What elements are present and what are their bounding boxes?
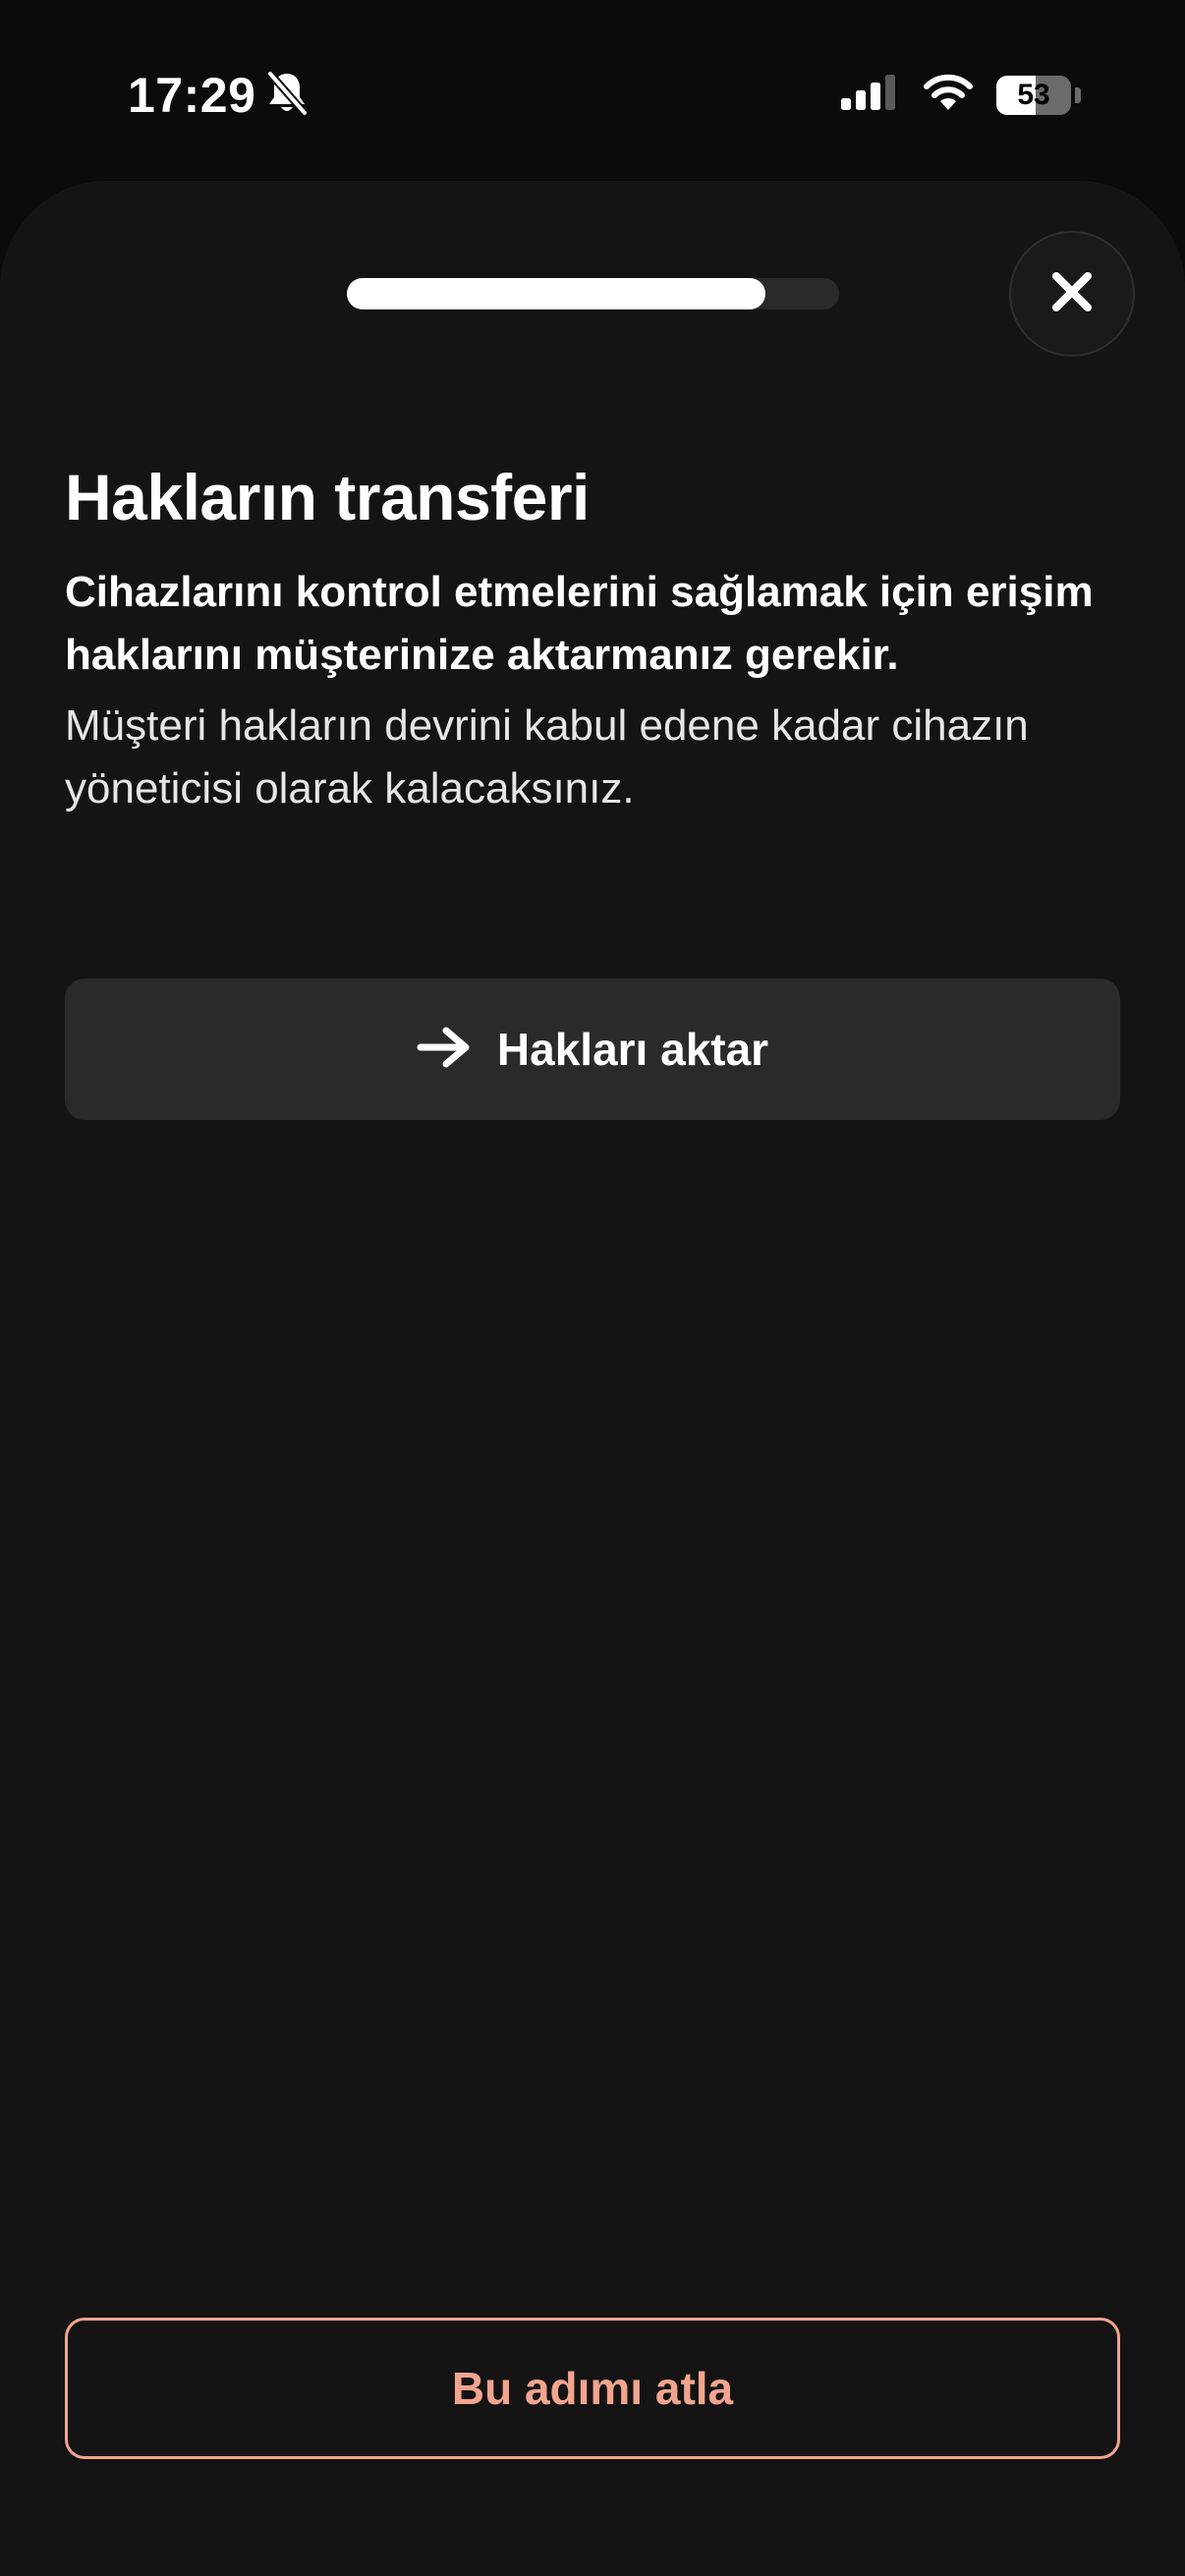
page-description: Müşteri hakların devrini kabul edene kad…: [65, 701, 1029, 812]
page-subtitle: Cihazlarını kontrol etmelerini sağlamak …: [65, 568, 1094, 679]
wifi-icon: [922, 73, 975, 117]
status-time: 17:29: [128, 68, 256, 123]
bottom-sheet: Hakların transferi Cihazlarını kontrol e…: [0, 182, 1185, 2576]
battery-icon: 53: [996, 75, 1071, 115]
battery-percent: 53: [1017, 78, 1050, 111]
transfer-rights-label: Hakları aktar: [496, 1024, 769, 1075]
bell-slash-icon: [265, 69, 310, 122]
status-bar: 17:29 53: [0, 0, 1185, 182]
content: Hakların transferi Cihazlarını kontrol e…: [65, 457, 1120, 820]
status-right: 53: [841, 73, 1081, 117]
close-icon: [1050, 270, 1094, 318]
close-button[interactable]: [1009, 231, 1135, 357]
arrow-right-icon: [417, 1026, 472, 1074]
transfer-rights-button[interactable]: Hakları aktar: [65, 979, 1120, 1120]
skip-step-label: Bu adımı atla: [451, 2363, 734, 2414]
page-title: Hakların transferi: [65, 461, 590, 533]
progress-fill: [347, 278, 765, 309]
skip-step-button[interactable]: Bu adımı atla: [65, 2318, 1120, 2459]
battery-cap: [1075, 86, 1081, 103]
cellular-signal-icon: [841, 73, 900, 117]
status-left: 17:29: [128, 67, 310, 124]
progress-bar: [347, 278, 839, 309]
